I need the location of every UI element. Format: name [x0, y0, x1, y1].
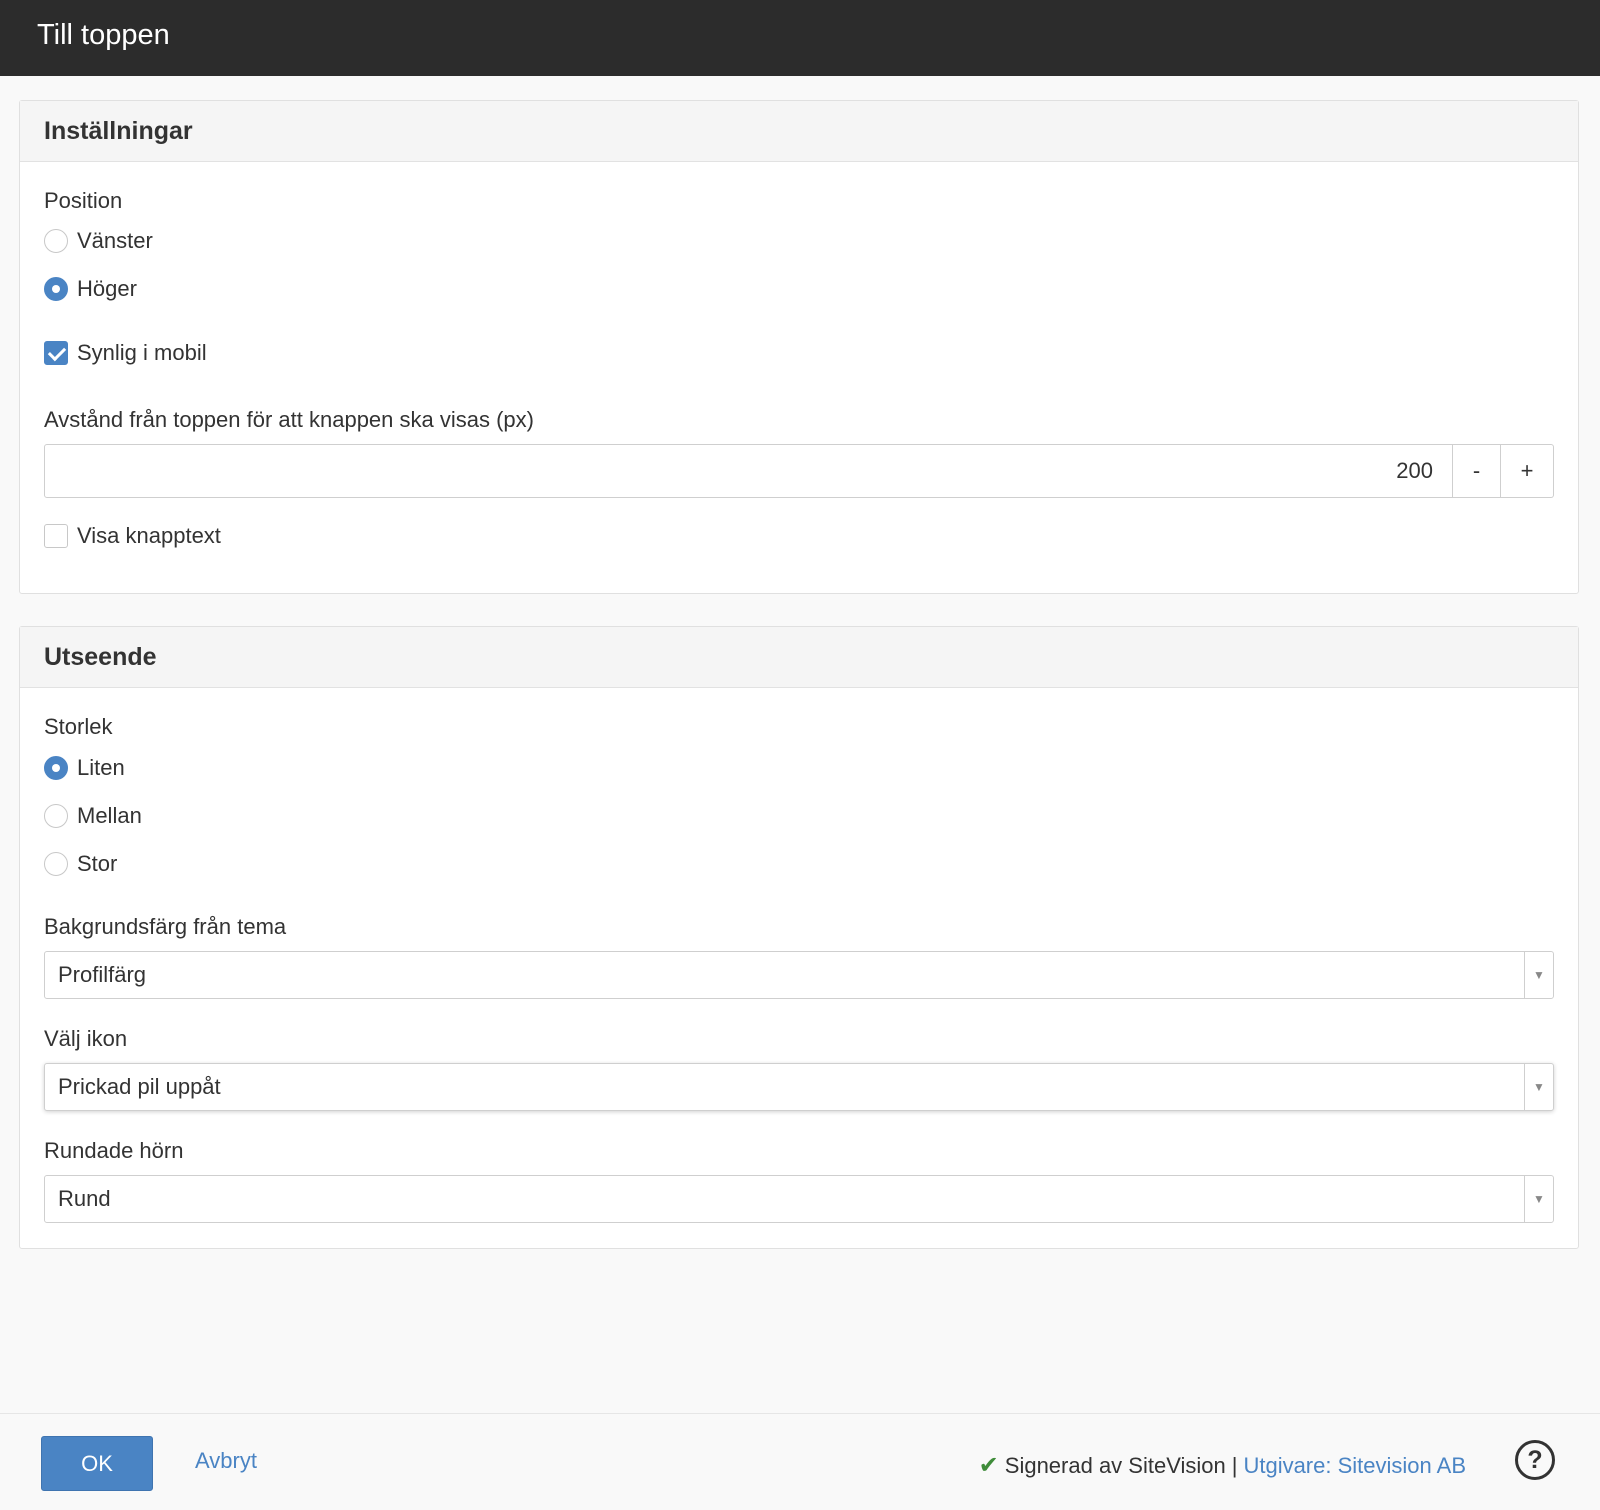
mobile-visible-option[interactable]: Synlig i mobil — [44, 338, 207, 368]
distance-input[interactable] — [44, 444, 1453, 498]
corners-select-value: Rund — [58, 1186, 111, 1211]
show-text-option[interactable]: Visa knapptext — [44, 521, 221, 551]
publisher-link[interactable]: Utgivare: Sitevision AB — [1243, 1453, 1466, 1479]
chevron-down-icon[interactable]: ▼ — [1524, 1064, 1553, 1110]
position-option-right[interactable]: Höger — [44, 274, 137, 304]
position-label: Position — [44, 188, 123, 213]
icon-select[interactable]: Prickad pil uppåt ▼ — [44, 1063, 1554, 1111]
increment-button[interactable]: + — [1501, 444, 1554, 498]
size-option-large[interactable]: Stor — [44, 849, 117, 879]
radio-large[interactable] — [44, 852, 68, 876]
corners-label: Rundade hörn — [44, 1138, 184, 1163]
position-option-right-label: Höger — [77, 276, 137, 301]
mobile-visible-checkbox[interactable] — [44, 341, 68, 365]
help-icon[interactable]: ? — [1515, 1440, 1555, 1480]
icon-label: Välj ikon — [44, 1026, 128, 1051]
appearance-heading: Utseende — [20, 627, 1578, 688]
decrement-button[interactable]: - — [1453, 444, 1501, 498]
position-option-left-label: Vänster — [77, 228, 153, 253]
show-text-checkbox[interactable] — [44, 524, 68, 548]
background-select[interactable]: Profilfärg ▼ — [44, 951, 1554, 999]
ok-button[interactable]: OK — [41, 1436, 153, 1491]
chevron-down-icon[interactable]: ▼ — [1524, 1176, 1553, 1222]
separator: | — [1231, 1452, 1238, 1478]
show-text-label: Visa knapptext — [77, 523, 221, 548]
distance-label: Avstånd från toppen för att knappen ska … — [44, 407, 534, 432]
position-option-left[interactable]: Vänster — [44, 226, 153, 256]
size-option-small-label: Liten — [77, 755, 125, 780]
size-label: Storlek — [44, 714, 113, 739]
signature-info: ✔ Signerad av SiteVision | Utgivare: Sit… — [979, 1451, 1466, 1480]
radio-left[interactable] — [44, 229, 68, 253]
checkmark-icon: ✔ — [978, 1452, 999, 1479]
radio-small[interactable] — [44, 756, 68, 780]
settings-heading: Inställningar — [20, 101, 1578, 162]
appearance-panel: Utseende Storlek Liten Mellan Stor Bakgr… — [19, 626, 1579, 1249]
cancel-button[interactable]: Avbryt — [195, 1448, 257, 1474]
size-option-medium-label: Mellan — [77, 803, 142, 828]
background-label: Bakgrundsfärg från tema — [44, 914, 287, 939]
background-select-value: Profilfärg — [58, 962, 147, 987]
size-option-small[interactable]: Liten — [44, 753, 125, 783]
signed-text: Signerad av SiteVision — [1004, 1452, 1226, 1478]
window-title: Till toppen — [0, 0, 1600, 76]
distance-stepper: - + — [44, 444, 1554, 498]
radio-medium[interactable] — [44, 804, 68, 828]
icon-select-value: Prickad pil uppåt — [58, 1074, 221, 1099]
dialog-footer: OK Avbryt ✔ Signerad av SiteVision | Utg… — [0, 1413, 1600, 1510]
radio-right[interactable] — [44, 277, 68, 301]
settings-panel: Inställningar Position Vänster Höger Syn… — [19, 100, 1579, 594]
corners-select[interactable]: Rund ▼ — [44, 1175, 1554, 1223]
size-option-large-label: Stor — [77, 851, 118, 876]
size-option-medium[interactable]: Mellan — [44, 801, 142, 831]
chevron-down-icon[interactable]: ▼ — [1524, 952, 1553, 998]
mobile-visible-label: Synlig i mobil — [77, 340, 207, 365]
